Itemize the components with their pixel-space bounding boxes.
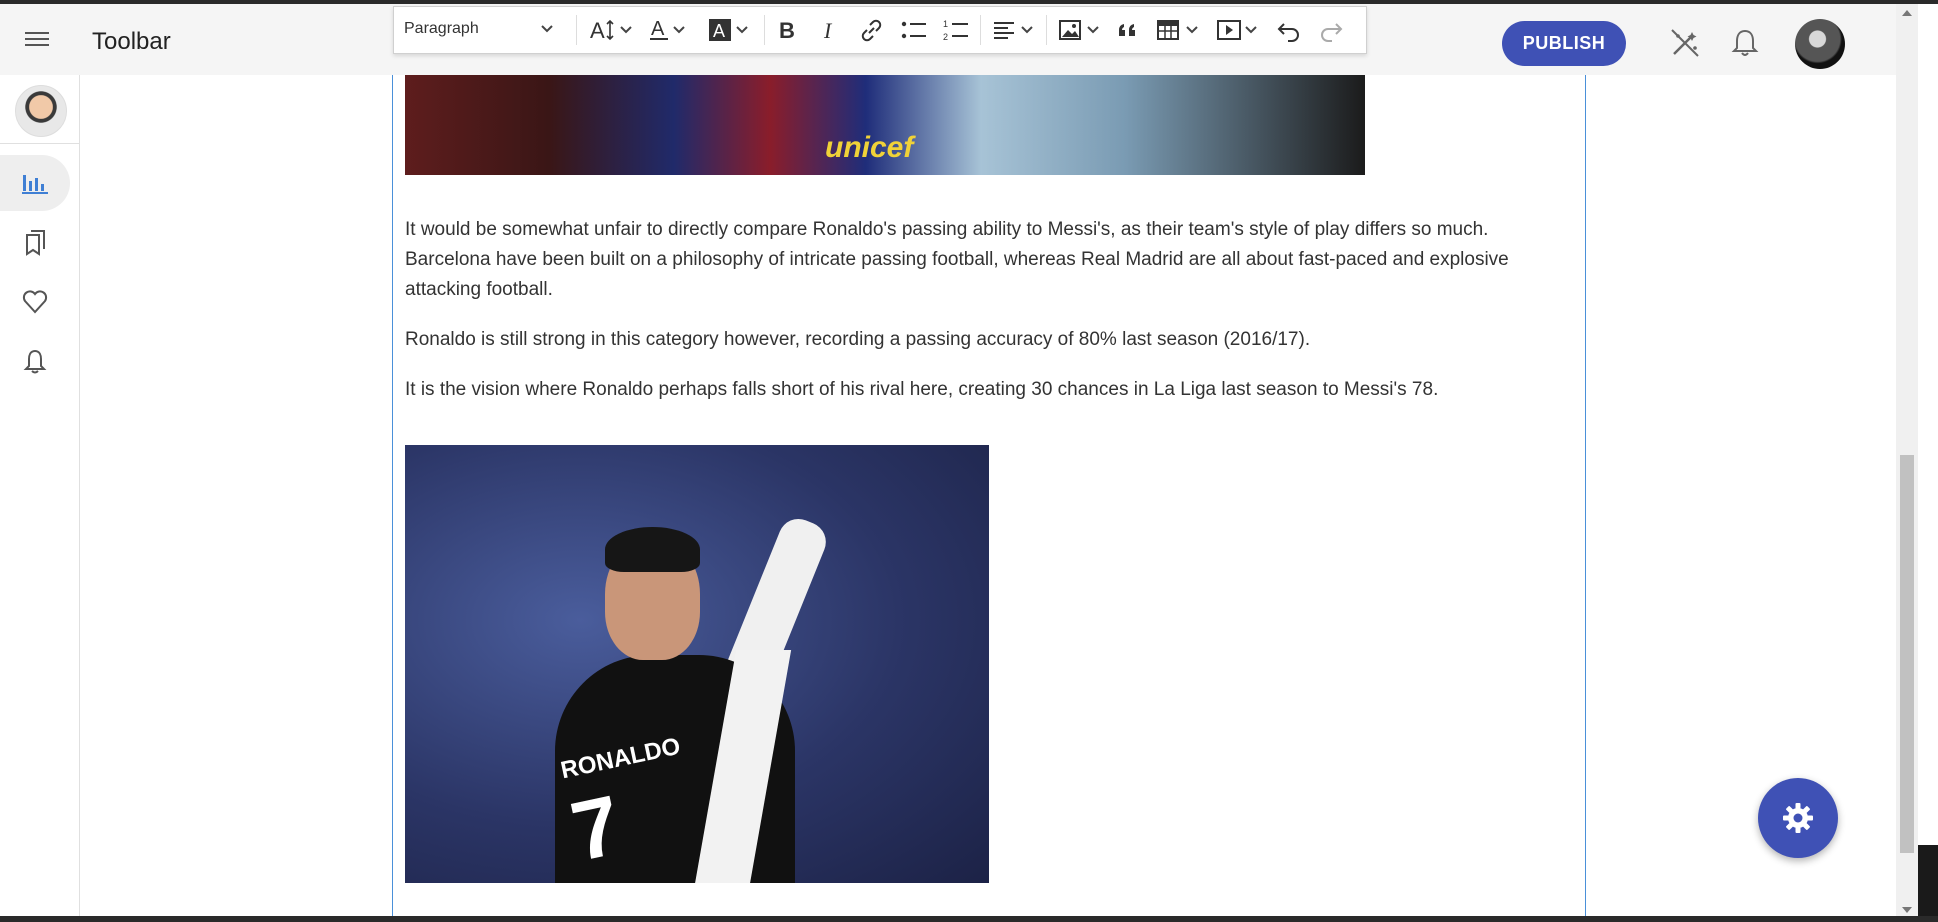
svg-text:A: A: [590, 18, 605, 43]
link-icon[interactable]: [858, 16, 884, 44]
font-size-icon[interactable]: A: [588, 16, 638, 44]
svg-text:B: B: [779, 18, 795, 43]
favorites-icon: [22, 290, 48, 314]
auto-fix-icon[interactable]: [1668, 26, 1702, 60]
sidebar-item-favorites[interactable]: [0, 273, 70, 329]
publish-button[interactable]: PUBLISH: [1502, 21, 1626, 66]
paragraph-style-label: Paragraph: [404, 20, 479, 37]
article-paragraph[interactable]: It would be somewhat unfair to directly …: [405, 215, 1575, 305]
bold-icon[interactable]: B: [776, 16, 800, 44]
blockquote-icon[interactable]: [1116, 16, 1140, 44]
chevron-down-icon: [541, 25, 553, 33]
notifications-bell-icon[interactable]: [1728, 26, 1762, 60]
scrollbar-thumb[interactable]: [1900, 455, 1914, 853]
article-paragraph[interactable]: It is the vision where Ronaldo perhaps f…: [405, 375, 1575, 405]
left-sidebar: [0, 75, 80, 922]
user-avatar[interactable]: [1795, 19, 1845, 69]
scroll-down-arrow-icon[interactable]: [1902, 907, 1912, 913]
media-icon[interactable]: [1216, 16, 1262, 44]
editor-toolbar: Paragraph A A A B I 12: [393, 6, 1367, 54]
toolbar-divider: [1046, 15, 1047, 45]
image-icon[interactable]: [1058, 16, 1104, 44]
notifications-icon: [23, 349, 47, 374]
bookmarks-icon: [26, 230, 45, 256]
bulleted-list-icon[interactable]: [900, 16, 928, 44]
window-bottom-border: [0, 916, 1938, 922]
settings-fab-button[interactable]: [1758, 778, 1838, 858]
svg-text:2: 2: [943, 32, 948, 42]
player-hair: [605, 527, 700, 572]
redo-icon[interactable]: [1318, 16, 1344, 44]
gear-icon: [1783, 803, 1813, 833]
italic-icon[interactable]: I: [818, 16, 842, 44]
toolbar-divider: [980, 15, 981, 45]
hamburger-menu-icon[interactable]: [22, 28, 52, 58]
article-paragraph[interactable]: Ronaldo is still strong in this category…: [405, 325, 1575, 355]
svg-text:A: A: [651, 18, 665, 40]
numbered-list-icon[interactable]: 12: [942, 16, 970, 44]
svg-text:1: 1: [943, 19, 948, 29]
sidebar-item-notifications[interactable]: [0, 333, 70, 389]
font-color-icon[interactable]: A: [648, 16, 688, 44]
scroll-up-arrow-icon[interactable]: [1902, 10, 1912, 16]
article-image-top[interactable]: unicef: [405, 75, 1365, 175]
article-image-ronaldo[interactable]: RONALDO 7: [405, 445, 989, 883]
table-icon[interactable]: [1156, 16, 1204, 44]
toolbar-divider: [764, 15, 765, 45]
paragraph-style-dropdown[interactable]: Paragraph: [404, 16, 554, 44]
svg-text:I: I: [823, 18, 833, 43]
highlight-icon[interactable]: A: [708, 16, 752, 44]
sidebar-item-analytics[interactable]: [0, 155, 70, 211]
page-scrollbar[interactable]: [1896, 4, 1918, 922]
sidebar-avatar[interactable]: [15, 85, 67, 137]
svg-text:A: A: [713, 21, 725, 41]
analytics-icon: [22, 175, 48, 194]
sidebar-item-bookmarks[interactable]: [0, 215, 70, 271]
window-edge: [1918, 845, 1938, 922]
align-icon[interactable]: [992, 16, 1038, 44]
undo-icon[interactable]: [1276, 16, 1302, 44]
sidebar-divider: [0, 143, 79, 144]
app-title: Toolbar: [92, 28, 171, 55]
shirt-sponsor-text: unicef: [825, 131, 914, 164]
toolbar-divider: [576, 15, 577, 45]
